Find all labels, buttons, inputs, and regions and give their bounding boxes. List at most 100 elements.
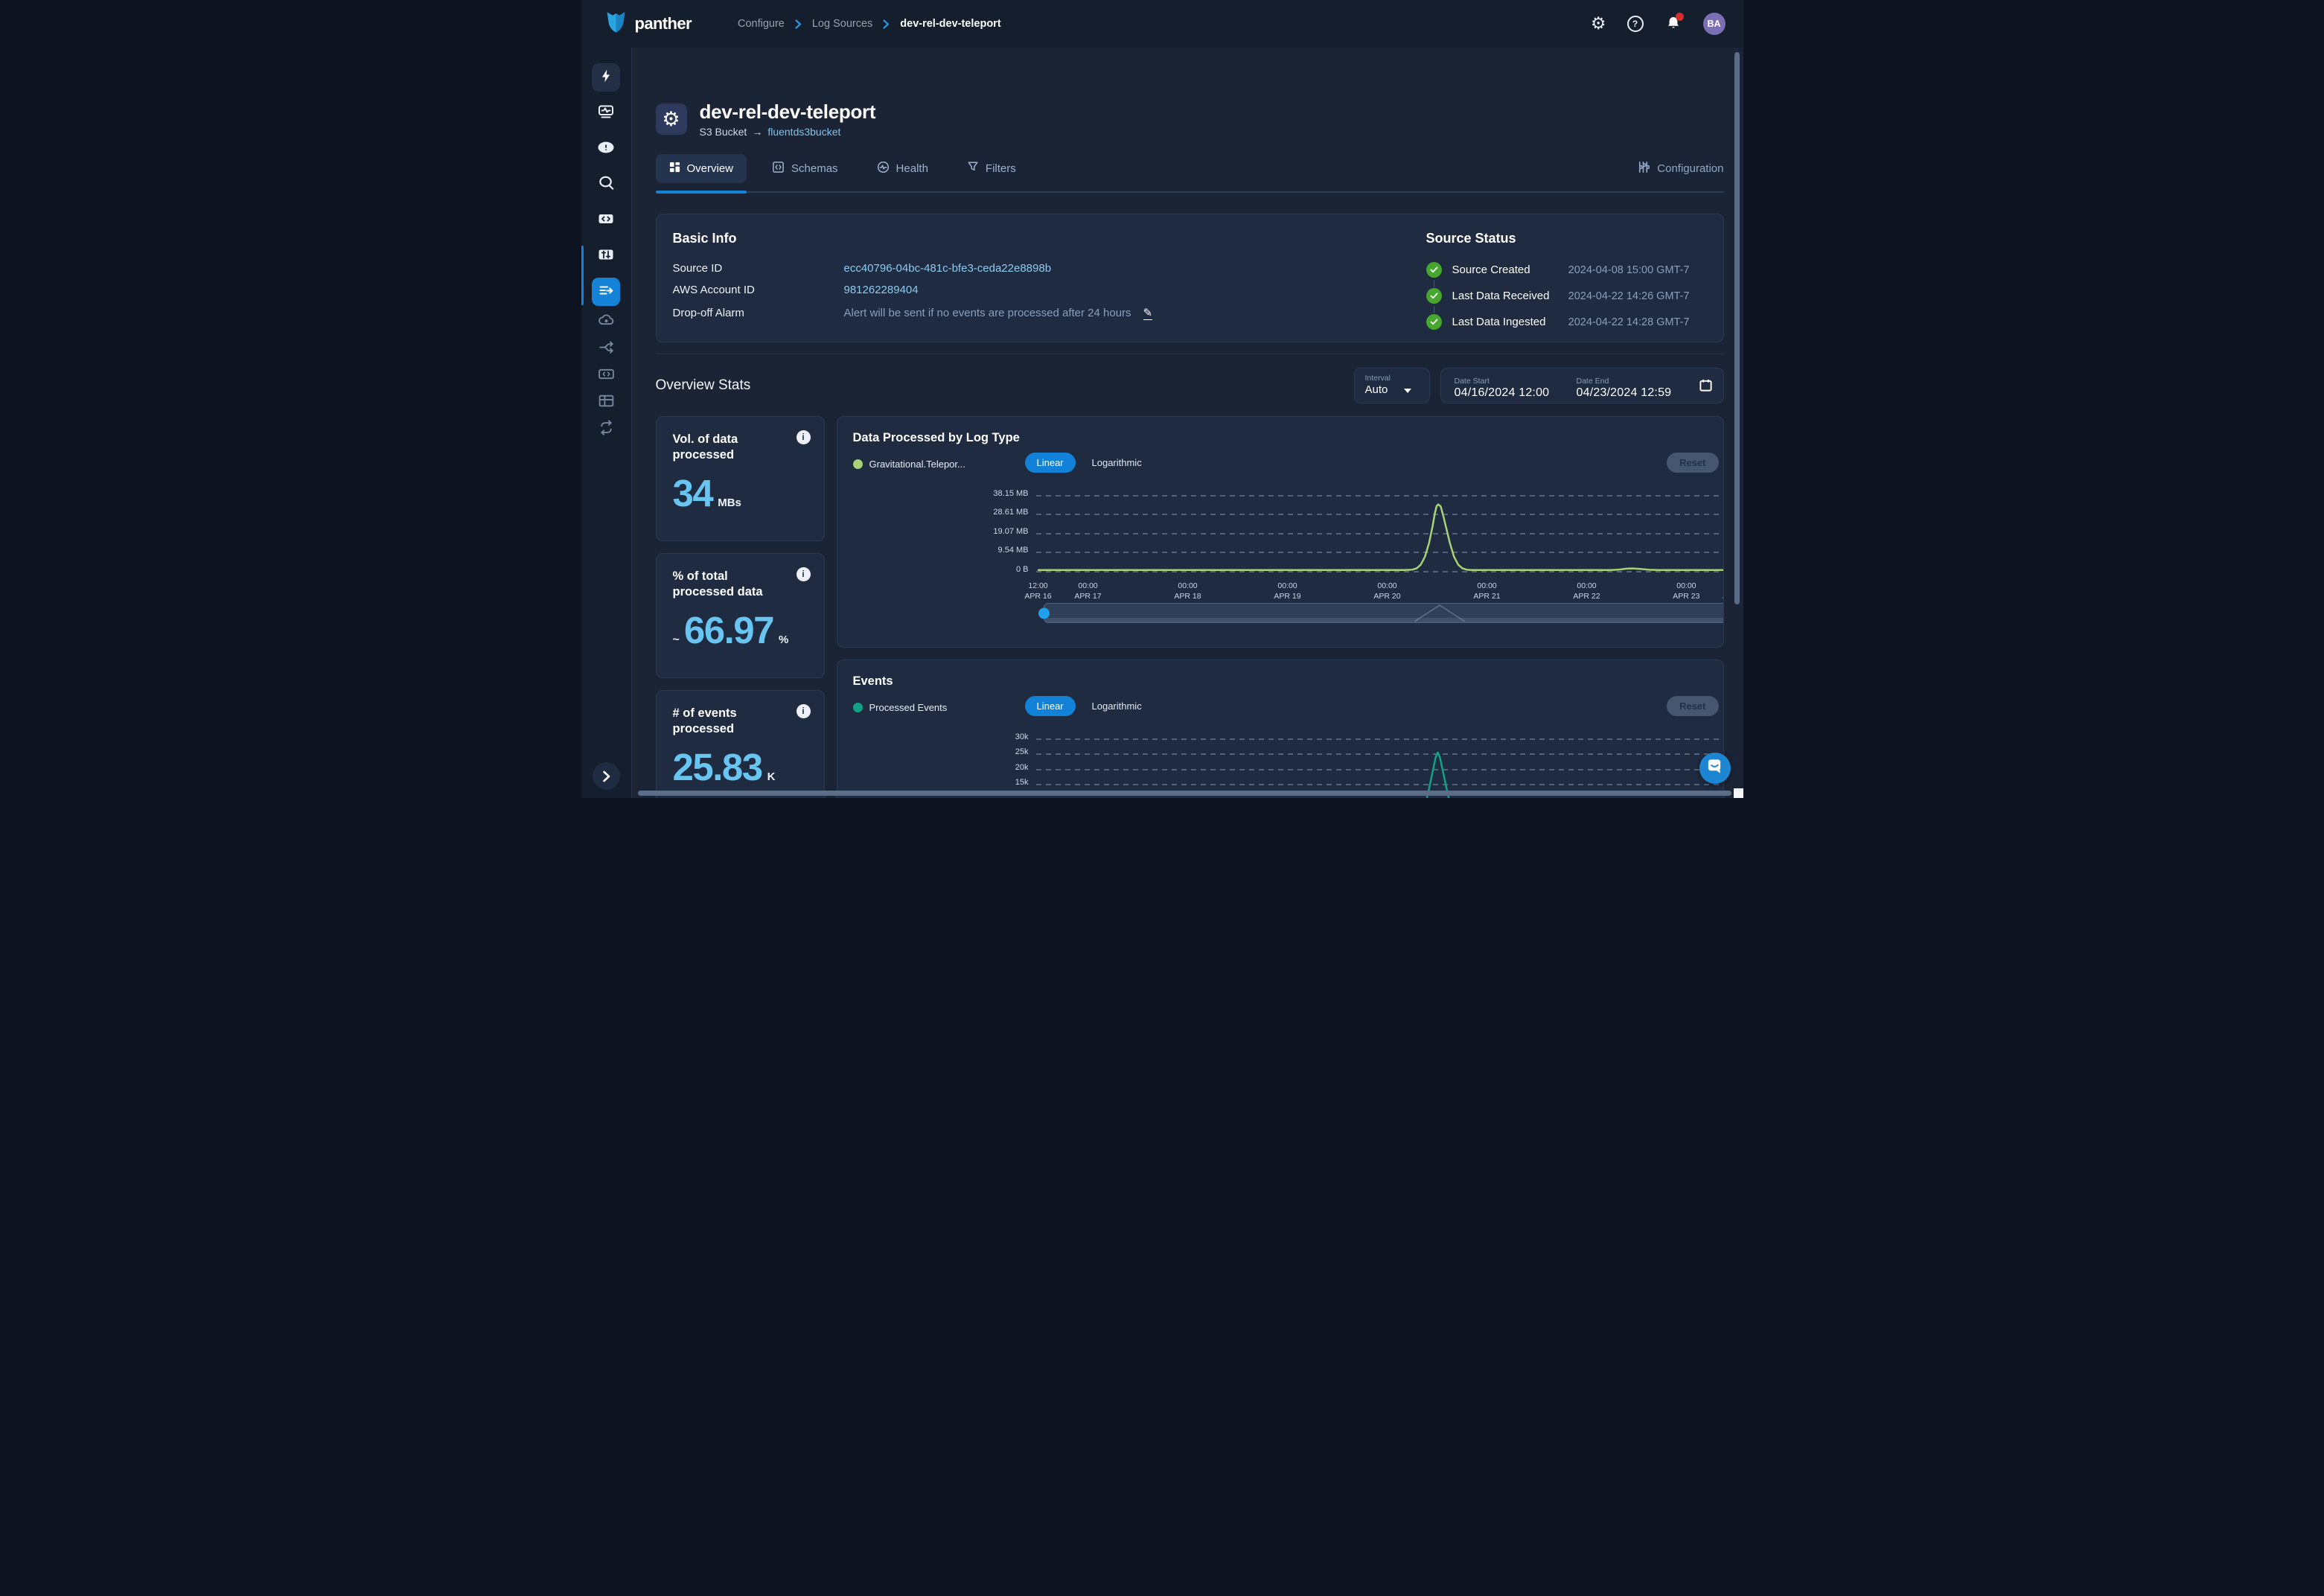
configuration-link[interactable]: Configuration: [1637, 161, 1723, 176]
code-block-icon: [597, 210, 615, 232]
panther-app: panther Configure Log Sources dev-rel-de…: [581, 0, 1743, 798]
sidebar-item-schemas[interactable]: [597, 367, 615, 385]
dropoff-alarm-label: Drop-off Alarm: [673, 307, 844, 320]
stat-unit: MBs: [718, 497, 741, 509]
chart-line-series: [1036, 488, 1724, 581]
configuration-label: Configuration: [1657, 162, 1723, 175]
chat-bubble-icon: [1706, 758, 1723, 779]
source-id-row: Source ID ecc40796-04bc-481c-bfe3-ceda22…: [673, 262, 1052, 275]
x-axis-tick-label: 00:00APR 19: [1265, 581, 1310, 601]
aws-account-row: AWS Account ID 981262289404: [673, 284, 919, 296]
tab-schemas[interactable]: Schemas: [759, 153, 852, 184]
sidebar-item-lookup-tables[interactable]: [597, 394, 615, 412]
x-axis-tick-label: 12:00APR 16: [1016, 581, 1061, 601]
main-content: ⚙ dev-rel-dev-teleport S3 Bucket → fluen…: [632, 48, 1743, 798]
sidebar-item-cloud-accounts[interactable]: [597, 313, 615, 331]
sidebar-item-code-editor[interactable]: [592, 206, 620, 234]
source-type-icon: ⚙: [656, 103, 687, 135]
config-sliders-icon: [1637, 161, 1650, 176]
stat-cards-column: Vol. of data processed i 34 MBs % of tot…: [656, 416, 825, 798]
status-row-created: Source Created 2024-04-08 15:00 GMT-7: [1426, 262, 1690, 278]
breadcrumb-configure[interactable]: Configure: [738, 18, 785, 30]
funnel-icon: [967, 161, 979, 176]
notifications-bell-icon[interactable]: [1664, 15, 1682, 33]
logarithmic-toggle[interactable]: Logarithmic: [1092, 700, 1142, 712]
sidebar-expand-button[interactable]: [593, 762, 620, 790]
y-axis-tick-label: 25k: [978, 747, 1029, 756]
status-row-received: Last Data Received 2024-04-22 14:26 GMT-…: [1426, 288, 1690, 304]
sidebar-item-alerts[interactable]: [592, 135, 620, 163]
source-header: ⚙ dev-rel-dev-teleport S3 Bucket → fluen…: [656, 100, 1724, 138]
avatar[interactable]: BA: [1703, 13, 1726, 35]
info-icon[interactable]: i: [797, 567, 811, 581]
sidebar-item-flash[interactable]: [592, 63, 620, 92]
tab-filters[interactable]: Filters: [954, 153, 1029, 183]
help-icon[interactable]: ?: [1627, 16, 1644, 32]
panther-logo-icon: [604, 10, 628, 38]
source-id-label: Source ID: [673, 262, 844, 275]
reset-button[interactable]: Reset: [1667, 696, 1718, 716]
chat-launcher-button[interactable]: [1699, 753, 1731, 784]
chevron-right-icon: [795, 19, 802, 29]
date-range-picker[interactable]: Date Start 04/16/2024 12:00 Date End 04/…: [1440, 368, 1724, 403]
sidebar-item-detection-tuning[interactable]: [592, 242, 620, 270]
brand[interactable]: panther: [604, 10, 692, 38]
status-date: 2024-04-22 14:28 GMT-7: [1568, 316, 1690, 328]
date-start-field[interactable]: Date Start 04/16/2024 12:00: [1455, 377, 1577, 400]
tab-overview[interactable]: Overview: [656, 154, 747, 183]
info-icon[interactable]: i: [797, 430, 811, 444]
y-axis-tick-label: 28.61 MB: [978, 508, 1029, 517]
tab-health[interactable]: Health: [863, 153, 942, 184]
aws-account-label: AWS Account ID: [673, 284, 844, 296]
range-handle-left[interactable]: [1038, 607, 1050, 619]
stat-unit: K: [767, 770, 776, 783]
chart-title: Data Processed by Log Type: [853, 431, 1020, 445]
chart-line-series: [1036, 732, 1724, 798]
x-axis-tick-label: 00:00APR 21: [1465, 581, 1510, 601]
sidebar-item-system-monitor[interactable]: [592, 99, 620, 127]
tab-label: Schemas: [791, 162, 838, 175]
topbar: panther Configure Log Sources dev-rel-de…: [581, 0, 1743, 48]
sidebar-item-data-routing[interactable]: [597, 340, 615, 358]
scrollbar-corner: [1734, 788, 1743, 798]
x-axis-tick-label: 12:00APR 23: [1714, 581, 1723, 601]
sidebar-item-log-sources[interactable]: [592, 278, 620, 306]
linear-toggle-button[interactable]: Linear: [1025, 453, 1076, 473]
edit-pencil-icon[interactable]: ✎: [1143, 307, 1153, 320]
logarithmic-toggle[interactable]: Logarithmic: [1092, 457, 1142, 468]
active-section-indicator: [581, 246, 584, 305]
basic-info-title: Basic Info: [673, 231, 737, 246]
interval-dropdown[interactable]: Interval Auto: [1354, 368, 1430, 403]
y-axis-tick-label: 15k: [978, 778, 1029, 787]
settings-gear-icon[interactable]: ⚙: [1591, 16, 1606, 33]
time-range-slider[interactable]: [1044, 603, 1724, 623]
sidebar-item-search[interactable]: [592, 170, 620, 199]
brand-wordmark: panther: [635, 14, 692, 33]
bucket-link[interactable]: fluentds3bucket: [767, 126, 840, 138]
check-circle-icon: [1426, 262, 1442, 278]
monitor-wave-icon: [597, 103, 615, 124]
info-icon[interactable]: i: [797, 704, 811, 718]
calendar-icon[interactable]: [1699, 378, 1713, 396]
aws-account-value[interactable]: 981262289404: [844, 284, 919, 296]
vertical-scrollbar[interactable]: [1734, 52, 1740, 604]
source-id-value[interactable]: ecc40796-04bc-481c-bfe3-ceda22e8898b: [844, 262, 1052, 275]
dropoff-alarm-value: Alert will be sent if no events are proc…: [844, 307, 1131, 320]
date-end-field[interactable]: Date End 04/23/2024 12:59: [1577, 377, 1699, 400]
breadcrumb-log-sources[interactable]: Log Sources: [812, 18, 872, 30]
check-circle-icon: [1426, 288, 1442, 304]
stat-card-percent: % of total processed data i ~ 66.97 %: [656, 553, 825, 678]
status-label: Last Data Ingested: [1452, 316, 1546, 328]
dropoff-alarm-row: Drop-off Alarm Alert will be sent if no …: [673, 307, 1153, 320]
sidebar-item-data-sync[interactable]: [597, 421, 615, 438]
stat-number: 66.97: [684, 610, 773, 651]
status-date: 2024-04-22 14:26 GMT-7: [1568, 290, 1690, 302]
linear-toggle-button[interactable]: Linear: [1025, 696, 1076, 716]
reset-button[interactable]: Reset: [1667, 453, 1718, 473]
events-plot: 30k25k20k15k: [1036, 732, 1724, 795]
horizontal-scrollbar[interactable]: [638, 791, 1731, 796]
date-end-value: 04/23/2024 12:59: [1577, 386, 1699, 400]
stat-card-events: # of events processed i 25.83 K: [656, 690, 825, 798]
x-axis-tick-label: 00:00APR 22: [1565, 581, 1609, 601]
table-icon: [597, 392, 616, 414]
